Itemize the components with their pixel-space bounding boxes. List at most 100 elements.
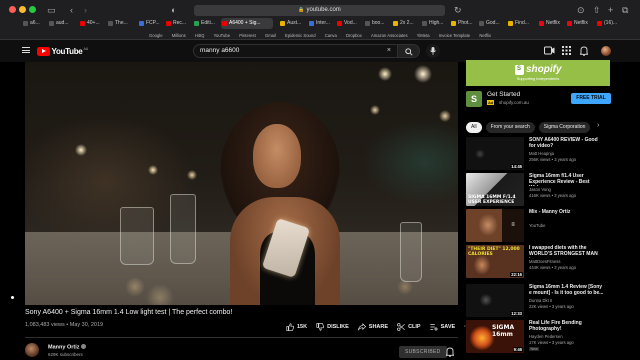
youtube-logo[interactable]: YouTube AU [37, 46, 88, 56]
ad-card[interactable]: Get Started Ad shopify.com.au FREE TRIAL [466, 89, 611, 109]
share-arrow-icon [357, 323, 366, 331]
bookmark[interactable]: Invoice Template [439, 33, 470, 38]
recommended-video[interactable]: "THEIR DIET" 12,000 CALORIES 22:16 I swa… [466, 245, 626, 279]
recommended-channel: MattDoesFitness [529, 259, 561, 264]
video-duration: 14:45 [510, 164, 523, 169]
bookmark[interactable]: Gmail [265, 33, 276, 38]
add-to-playlist-icon [429, 324, 438, 331]
bookmark[interactable]: Google [149, 33, 163, 38]
chevron-right-icon[interactable]: › [597, 122, 599, 129]
tab[interactable]: 40+... [79, 18, 103, 29]
tab[interactable]: High... [421, 18, 445, 29]
tab[interactable]: God... [478, 18, 502, 29]
bookmark[interactable]: Amazon Associates [371, 33, 408, 38]
clip-button[interactable]: CLIP [397, 323, 421, 331]
video-thumbnail: "THEIR DIET" 12,000 CALORIES 22:16 [466, 245, 524, 278]
share-label: SHARE [368, 324, 389, 330]
bookmark[interactable]: YiMeta [417, 33, 430, 38]
shield-icon[interactable]: ◐ [171, 5, 176, 15]
tab[interactable]: Inter... [308, 18, 332, 29]
bookmark[interactable]: Pinterest [239, 33, 256, 38]
apps-grid-icon[interactable] [562, 46, 571, 55]
video-thumbnail: 14:45 [466, 137, 524, 170]
tab[interactable]: Aust... [279, 18, 303, 29]
share-icon[interactable]: ⇧ [593, 5, 601, 15]
channel-name-row[interactable]: Manny Ortiz [48, 344, 87, 351]
recommended-meta: 256K views • 3 years ago [529, 157, 577, 162]
shopify-logo: shopify [515, 64, 562, 75]
filter-chips: All From your search Sigma Corporation [466, 121, 594, 133]
channel-avatar[interactable] [25, 343, 39, 357]
chip-sigma-corporation[interactable]: Sigma Corporation [538, 121, 591, 133]
recommended-meta: 444K views • 3 years ago [529, 265, 577, 270]
back-arrow-icon[interactable]: ‹ [70, 5, 73, 15]
channel-bell-icon[interactable] [446, 347, 454, 357]
bookmark[interactable]: HitIQ [195, 33, 205, 38]
recommended-video[interactable]: 14:45 SONY A6400 REVIEW - Good for video… [466, 137, 626, 171]
menu-icon[interactable] [22, 47, 30, 53]
ad-brand: shopify [526, 64, 562, 75]
video-player[interactable] [25, 62, 458, 305]
recommended-video[interactable]: SIGMA 16mm 9:46 Real Life Fire Bending P… [466, 320, 626, 354]
thumbs-down-icon [316, 323, 325, 331]
create-video-icon[interactable] [544, 46, 555, 55]
like-button[interactable]: 15K [286, 323, 307, 331]
clear-search-icon[interactable]: × [387, 45, 391, 57]
reload-icon[interactable]: ↻ [454, 5, 462, 15]
tab[interactable]: Netflix [566, 18, 591, 29]
bookmark[interactable]: Dropbox [346, 33, 362, 38]
tab[interactable]: Find... [507, 18, 531, 29]
tab[interactable]: aud... [48, 18, 72, 29]
ad-tagline: Supporting Independents [516, 77, 560, 81]
ad-banner[interactable]: shopify Supporting Independents [466, 60, 610, 86]
search-query: manny a6600 [200, 47, 240, 54]
save-button[interactable]: SAVE [429, 323, 455, 331]
tab[interactable]: Editi... [193, 18, 217, 29]
forward-arrow-icon[interactable]: › [84, 5, 87, 15]
bookmark[interactable]: Epidemic Sound [285, 33, 316, 38]
notifications-bell-icon[interactable] [580, 46, 588, 56]
tab[interactable]: Vod... [336, 18, 360, 29]
search-button[interactable] [398, 44, 420, 58]
tab[interactable]: Phot... [450, 18, 474, 29]
sidebar-icon[interactable]: ▭ [47, 5, 56, 15]
chip-from-your-search[interactable]: From your search [485, 121, 535, 133]
thumbs-up-icon [286, 323, 294, 331]
bookmark[interactable]: Canva [325, 33, 337, 38]
bookmark[interactable]: Netflix [479, 33, 491, 38]
tab-active[interactable]: A6400 + Sig... [221, 18, 273, 29]
tab[interactable]: boo... [364, 18, 388, 29]
share-button[interactable]: SHARE [357, 323, 389, 331]
free-trial-button[interactable]: FREE TRIAL [571, 93, 611, 104]
chip-all[interactable]: All [466, 121, 482, 133]
search-input[interactable]: manny a6600 × [193, 44, 398, 58]
close-window-button[interactable] [9, 6, 16, 13]
tab[interactable]: Rec... [165, 18, 189, 29]
video-duration: 9:46 [512, 347, 523, 352]
tab-overview-icon[interactable]: ⧉ [622, 5, 628, 15]
tab[interactable]: 2x 2... [392, 18, 416, 29]
subscriber-count: 629K subscribers [48, 352, 83, 357]
tab[interactable]: Netflix [538, 18, 563, 29]
mouse-cursor [11, 296, 14, 299]
dislike-button[interactable]: DISLIKE [316, 323, 349, 331]
tab[interactable]: a6... [22, 18, 44, 29]
minimize-window-button[interactable] [19, 6, 26, 13]
download-icon[interactable]: ⊙ [577, 5, 585, 15]
tab[interactable]: FCP... [138, 18, 162, 29]
tab[interactable]: The... [107, 18, 131, 29]
voice-search-button[interactable] [426, 44, 440, 58]
recommended-video[interactable]: 12:33 Sigma 16mm 1.4 Review [Sony e moun… [466, 284, 626, 318]
maximize-window-button[interactable] [29, 6, 36, 13]
address-bar[interactable]: 🔒 youtube.com [194, 5, 445, 16]
subscribe-button[interactable]: SUBSCRIBED [399, 346, 447, 358]
bookmark[interactable]: YouTube [214, 33, 230, 38]
tab[interactable]: (16)... [596, 18, 620, 29]
recommended-title: SONY A6400 REVIEW - Good for video? [529, 137, 598, 150]
recommended-video[interactable]: SIGMA 16MM F/1.4 USER EXPERIENCE Sigma 1… [466, 173, 626, 207]
recommended-video[interactable]: ≡ Mix - Manny Ortiz YouTube [466, 209, 626, 243]
account-avatar[interactable] [601, 46, 611, 56]
ad-label: Ad [487, 100, 495, 105]
bookmark[interactable]: Millions [172, 33, 186, 38]
new-tab-icon[interactable]: + [608, 5, 613, 15]
